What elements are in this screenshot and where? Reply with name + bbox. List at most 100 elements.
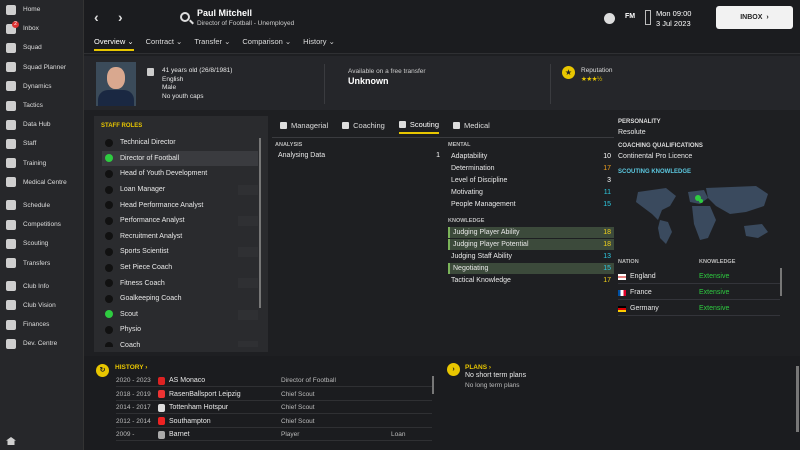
sidebar-item-transfers[interactable]: Transfers: [0, 253, 83, 272]
tab-contract[interactable]: Contract ⌄: [146, 37, 183, 51]
tab-overview[interactable]: Overview ⌄: [94, 37, 134, 51]
nation-col-heading: NATION: [618, 259, 639, 265]
history-row[interactable]: 2020 - 2023 AS Monaco Director of Football: [116, 375, 432, 387]
role-item-set-piece-coach[interactable]: Set Piece Coach: [102, 260, 258, 276]
sidebar-item-finances[interactable]: Finances: [0, 315, 83, 334]
attribute-row-determination[interactable]: Determination 17: [448, 163, 614, 174]
history-club[interactable]: Barnet: [169, 431, 281, 438]
role-item-physio[interactable]: Physio: [102, 322, 258, 338]
tab-medical[interactable]: Medical: [453, 120, 490, 134]
roles-scrollbar[interactable]: [259, 138, 261, 308]
attribute-row-adaptability[interactable]: Adaptability 10: [448, 151, 614, 162]
scouting-icon: [398, 121, 406, 128]
history-row[interactable]: 2009 - Barnet Player Loan: [116, 429, 432, 441]
role-item-sports-scientist[interactable]: Sports Scientist: [102, 244, 258, 260]
tab-comparison[interactable]: Comparison ⌄: [242, 37, 291, 51]
role-item-scout[interactable]: Scout: [102, 307, 258, 323]
dev-centre-icon: [6, 338, 16, 349]
tab-transfer[interactable]: Transfer ⌄: [194, 37, 230, 51]
dynamics-icon: [6, 81, 16, 92]
nation-row-france[interactable]: France Extensive: [618, 286, 780, 300]
role-status-icon: [105, 201, 113, 210]
role-item-technical-director[interactable]: Technical Director: [102, 135, 258, 151]
forward-button[interactable]: ›: [118, 9, 123, 25]
inbox-button[interactable]: INBOX ›: [716, 6, 793, 29]
sidebar-item-scouting[interactable]: Scouting: [0, 234, 83, 253]
tab-managerial[interactable]: Managerial: [280, 120, 328, 134]
sidebar-item-dynamics[interactable]: Dynamics: [0, 77, 83, 96]
sidebar-item-club-vision[interactable]: Club Vision: [0, 296, 83, 315]
history-club[interactable]: AS Monaco: [169, 377, 281, 384]
sidebar-item-data-hub[interactable]: Data Hub: [0, 115, 83, 134]
role-item-fitness-coach[interactable]: Fitness Coach: [102, 275, 258, 291]
role-item-performance-analyst[interactable]: Performance Analyst: [102, 213, 258, 229]
history-years: 2020 - 2023: [116, 377, 151, 384]
history-link[interactable]: HISTORY ›: [115, 364, 147, 371]
nation-badge-icon[interactable]: [147, 68, 154, 76]
sidebar-item-club-info[interactable]: Club Info: [0, 277, 83, 296]
short-term-plans: No short term plans: [465, 372, 527, 379]
sidebar-item-dev-centre[interactable]: Dev. Centre: [0, 334, 83, 353]
history-club[interactable]: Tottenham Hotspur: [169, 404, 281, 411]
history-club[interactable]: RasenBallsport Leipzig: [169, 391, 281, 398]
squad-planner-icon: [6, 62, 16, 73]
nation-row-germany[interactable]: Germany Extensive: [618, 302, 780, 316]
nations-scrollbar[interactable]: [780, 268, 782, 296]
sidebar-item-tactics[interactable]: Tactics: [0, 96, 83, 115]
history-years: 2009 -: [116, 431, 135, 438]
sidebar-item-medical-centre[interactable]: Medical Centre: [0, 173, 83, 192]
attribute-row-judging-player-potential[interactable]: Judging Player Potential 18: [448, 239, 614, 250]
sidebar-item-staff[interactable]: Staff: [0, 134, 83, 153]
role-item-head-of-youth-development[interactable]: Head of Youth Development: [102, 166, 258, 182]
calendar-icon: [645, 10, 651, 25]
attribute-value: 15: [603, 201, 611, 208]
attribute-row-people-management[interactable]: People Management 15: [448, 199, 614, 210]
tab-history[interactable]: History ⌄: [303, 37, 335, 51]
back-button[interactable]: ‹: [94, 9, 99, 25]
history-scrollbar[interactable]: [432, 376, 434, 394]
attribute-row-tactical-knowledge[interactable]: Tactical Knowledge 17: [448, 275, 614, 286]
role-item-recruitment-analyst[interactable]: Recruitment Analyst: [102, 229, 258, 245]
role-item-loan-manager[interactable]: Loan Manager: [102, 182, 258, 198]
plans-link[interactable]: PLANS ›: [465, 364, 491, 371]
history-row[interactable]: 2012 - 2014 Southampton Chief Scout: [116, 416, 432, 428]
history-club[interactable]: Southampton: [169, 418, 281, 425]
history-row[interactable]: 2018 - 2019 RasenBallsport Leipzig Chief S…: [116, 389, 432, 401]
tab-label: Managerial: [291, 121, 329, 130]
history-row[interactable]: 2014 - 2017 Tottenham Hotspur Chief Scout: [116, 402, 432, 414]
club-crest-icon[interactable]: [604, 13, 615, 24]
sidebar-item-training[interactable]: Training: [0, 154, 83, 173]
tab-coaching[interactable]: Coaching: [342, 120, 385, 134]
sidebar-item-home[interactable]: Home: [0, 0, 83, 19]
role-item-coach[interactable]: Coach: [102, 338, 258, 347]
sidebar-item-schedule[interactable]: Schedule: [0, 196, 83, 215]
attribute-row-analysing-data[interactable]: Analysing Data 1: [275, 150, 443, 161]
role-item-director-of-football[interactable]: Director of Football: [102, 150, 258, 167]
sidebar-item-inbox[interactable]: Inbox 2: [0, 19, 83, 38]
attribute-row-negotiating[interactable]: Negotiating 15: [448, 263, 614, 274]
flag-germany-icon: [618, 305, 626, 312]
house-icon[interactable]: [6, 437, 16, 445]
club-badge-icon: [158, 390, 165, 398]
club-badge-icon: [158, 417, 165, 425]
sidebar-item-label: Staff: [23, 140, 37, 148]
nation-name: England: [630, 273, 656, 280]
attribute-row-level-of-discipline[interactable]: Level of Discipline 3: [448, 175, 614, 186]
role-item-head-performance-analyst[interactable]: Head Performance Analyst: [102, 197, 258, 213]
role-item-goalkeeping-coach[interactable]: Goalkeeping Coach: [102, 291, 258, 307]
role-name: Set Piece Coach: [120, 264, 173, 272]
nation-row-england[interactable]: England Extensive: [618, 270, 780, 284]
sidebar-item-squad-planner[interactable]: Squad Planner: [0, 58, 83, 77]
role-suitability-bar: [238, 247, 258, 258]
search-icon[interactable]: [180, 12, 190, 22]
attribute-row-motivating[interactable]: Motivating 11: [448, 187, 614, 198]
attribute-row-judging-player-ability[interactable]: Judging Player Ability 18: [448, 227, 614, 238]
sidebar-item-squad[interactable]: Squad: [0, 38, 83, 57]
staff-name: Paul Mitchell: [197, 8, 253, 18]
scouting-knowledge-map[interactable]: [618, 180, 788, 250]
sidebar-item-competitions[interactable]: Competitions: [0, 215, 83, 234]
page-scrollbar[interactable]: [796, 366, 799, 432]
tab-scouting[interactable]: Scouting: [398, 120, 439, 134]
attribute-row-judging-staff-ability[interactable]: Judging Staff Ability 13: [448, 251, 614, 262]
club-vision-icon: [6, 300, 16, 311]
